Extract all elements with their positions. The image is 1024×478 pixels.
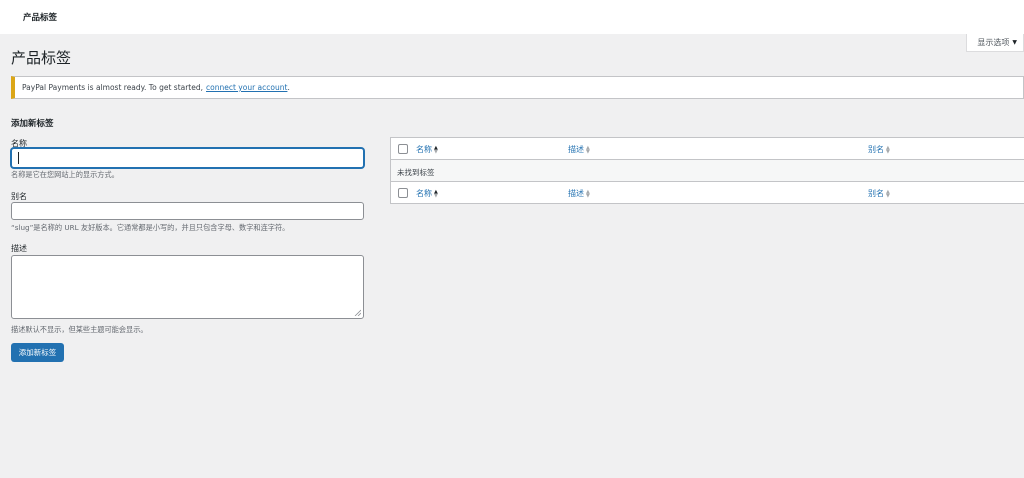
column-header-slug[interactable]: 别名 ▲ ▼ xyxy=(868,144,890,155)
table-header-row: 名称 ▲ ▼ 描述 ▲ ▼ 别名 ▲ ▼ xyxy=(391,138,1024,160)
column-slug-label: 别名 xyxy=(868,189,884,198)
page-title: 产品标签 xyxy=(11,49,72,67)
column-footer-description[interactable]: 描述 ▲ ▼ xyxy=(568,188,590,199)
sort-arrows-icon: ▲ ▼ xyxy=(586,144,590,155)
table-footer-row: 名称 ▲ ▼ 描述 ▲ ▼ 别名 ▲ ▼ xyxy=(391,182,1024,204)
resize-handle-icon[interactable] xyxy=(354,309,361,316)
column-footer-name[interactable]: 名称 ▲ ▼ xyxy=(416,188,438,199)
sort-arrows-icon: ▲ ▼ xyxy=(434,188,438,199)
select-all-checkbox[interactable] xyxy=(398,144,408,154)
table-empty-row: 未找到标签 xyxy=(391,160,1024,182)
notice-suffix: . xyxy=(287,83,290,92)
screen-options-button[interactable]: 显示选项 ▼ xyxy=(966,34,1024,52)
sort-arrows-icon: ▲ ▼ xyxy=(886,188,890,199)
column-header-name[interactable]: 名称 ▲ ▼ xyxy=(416,144,438,155)
column-description-label: 描述 xyxy=(568,145,584,154)
caret-down-icon: ▼ xyxy=(1012,39,1017,46)
column-header-description[interactable]: 描述 ▲ ▼ xyxy=(568,144,590,155)
add-tag-button[interactable]: 添加新标签 xyxy=(11,343,64,362)
name-input[interactable] xyxy=(11,148,364,168)
description-textarea[interactable] xyxy=(11,255,364,319)
sort-arrows-icon: ▲ ▼ xyxy=(886,144,890,155)
description-hint: 描述默认不显示，但某些主题可能会显示。 xyxy=(11,325,148,334)
screen-options-label: 显示选项 xyxy=(977,38,1010,47)
add-tag-heading: 添加新标签 xyxy=(11,119,54,129)
top-header: 产品标签 xyxy=(0,0,1024,34)
sort-arrows-icon: ▲ ▼ xyxy=(434,144,438,155)
column-slug-label: 别名 xyxy=(868,145,884,154)
connect-account-link[interactable]: connect your account xyxy=(206,83,287,92)
breadcrumb: 产品标签 xyxy=(23,13,58,23)
column-description-label: 描述 xyxy=(568,189,584,198)
select-all-checkbox-footer[interactable] xyxy=(398,188,408,198)
name-hint: 名称是它在您网站上的显示方式。 xyxy=(11,170,119,179)
text-cursor xyxy=(18,152,19,164)
description-label: 描述 xyxy=(11,244,27,253)
sort-arrows-icon: ▲ ▼ xyxy=(586,188,590,199)
slug-hint: “slug”是名称的 URL 友好版本。它通常都是小写的，并且只包含字母、数字和… xyxy=(11,223,290,232)
paypal-notice: PayPal Payments is almost ready. To get … xyxy=(11,76,1024,99)
column-name-label: 名称 xyxy=(416,145,432,154)
tags-table: 名称 ▲ ▼ 描述 ▲ ▼ 别名 ▲ ▼ 未找到标签 名称 ▲ ▼ 描述 ▲ ▼ 别名 ▲… xyxy=(390,137,1024,204)
slug-label: 别名 xyxy=(11,192,27,201)
slug-input[interactable] xyxy=(11,202,364,220)
column-name-label: 名称 xyxy=(416,189,432,198)
no-tags-message: 未找到标签 xyxy=(397,168,435,177)
notice-text: PayPal Payments is almost ready. To get … xyxy=(22,83,204,92)
column-footer-slug[interactable]: 别名 ▲ ▼ xyxy=(868,188,890,199)
